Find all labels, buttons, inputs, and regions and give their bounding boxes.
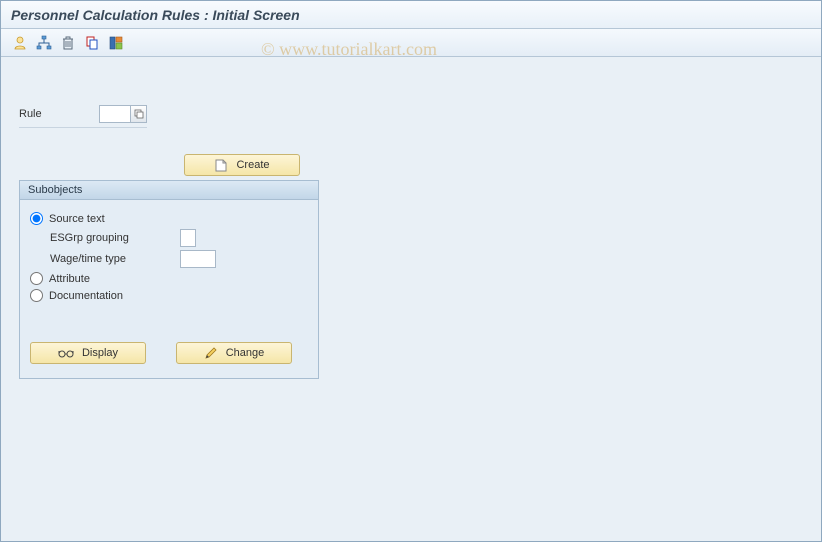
separator bbox=[19, 127, 147, 128]
subobjects-groupbox: Subobjects Source text ESGrp grouping Wa… bbox=[19, 180, 319, 379]
title-bar: Personnel Calculation Rules : Initial Sc… bbox=[1, 1, 821, 29]
esgrp-label: ESGrp grouping bbox=[50, 232, 180, 244]
wagetype-label: Wage/time type bbox=[50, 253, 180, 265]
change-label: Change bbox=[226, 347, 265, 359]
create-icon bbox=[214, 158, 228, 172]
radio-source-text-label: Source text bbox=[49, 213, 105, 225]
toolbar bbox=[1, 29, 821, 57]
layout-icon[interactable] bbox=[105, 32, 127, 54]
esgrp-row: ESGrp grouping bbox=[50, 229, 308, 247]
hierarchy-icon[interactable] bbox=[33, 32, 55, 54]
radio-documentation-label: Documentation bbox=[49, 290, 123, 302]
esgrp-input[interactable] bbox=[180, 229, 196, 247]
radio-documentation[interactable]: Documentation bbox=[30, 289, 308, 302]
groupbox-body: Source text ESGrp grouping Wage/time typ… bbox=[20, 200, 318, 378]
radio-attribute-label: Attribute bbox=[49, 273, 90, 285]
create-button[interactable]: Create bbox=[184, 154, 300, 176]
wagetype-input[interactable] bbox=[180, 250, 216, 268]
groupbox-title: Subobjects bbox=[20, 181, 318, 200]
action-button-row: Display Change bbox=[30, 342, 308, 364]
create-button-row: Create bbox=[184, 154, 821, 176]
user-icon[interactable] bbox=[9, 32, 31, 54]
radio-documentation-input[interactable] bbox=[30, 289, 43, 302]
search-help-icon bbox=[134, 109, 144, 119]
radio-attribute-input[interactable] bbox=[30, 272, 43, 285]
page-title: Personnel Calculation Rules : Initial Sc… bbox=[11, 7, 811, 23]
display-label: Display bbox=[82, 347, 118, 359]
display-button[interactable]: Display bbox=[30, 342, 146, 364]
radio-attribute[interactable]: Attribute bbox=[30, 272, 308, 285]
content-area: Rule Create Subobjects Source te bbox=[1, 57, 821, 379]
change-button[interactable]: Change bbox=[176, 342, 292, 364]
radio-source-text[interactable]: Source text bbox=[30, 212, 308, 225]
rule-f4-help-button[interactable] bbox=[131, 105, 147, 123]
pencil-icon bbox=[204, 346, 218, 360]
source-text-subfields: ESGrp grouping Wage/time type bbox=[50, 229, 308, 268]
radio-source-text-input[interactable] bbox=[30, 212, 43, 225]
create-label: Create bbox=[236, 159, 269, 171]
glasses-icon bbox=[58, 348, 74, 358]
wagetype-row: Wage/time type bbox=[50, 250, 308, 268]
rule-field-row: Rule bbox=[19, 105, 821, 123]
rule-label: Rule bbox=[19, 108, 99, 120]
delete-icon[interactable] bbox=[57, 32, 79, 54]
rule-input[interactable] bbox=[99, 105, 131, 123]
copy-icon[interactable] bbox=[81, 32, 103, 54]
